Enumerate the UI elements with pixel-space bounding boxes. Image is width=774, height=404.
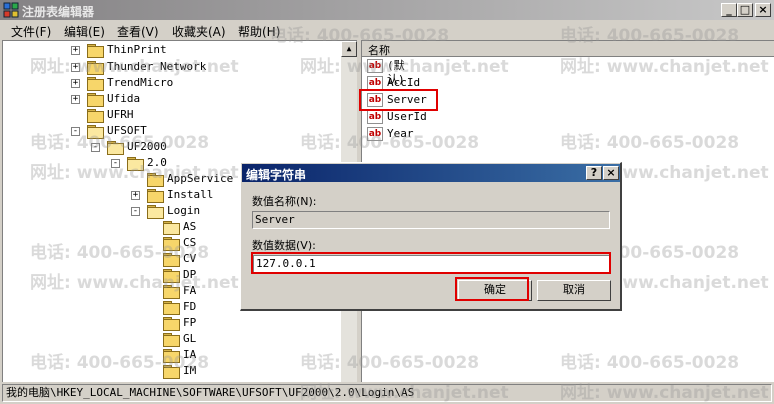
window-title: 注册表编辑器 — [22, 5, 95, 19]
dialog-close-button[interactable]: × — [603, 166, 619, 180]
folder-icon — [163, 317, 180, 331]
menu-edit[interactable]: 编辑(E) — [64, 23, 105, 40]
folder-open-icon — [163, 221, 180, 235]
value-data-label: 数值数据(V): — [252, 239, 316, 252]
edit-string-dialog: 编辑字符串 ? × 数值名称(N): Server 数值数据(V): 127.0… — [240, 162, 622, 311]
cancel-button[interactable]: 取消 — [537, 280, 611, 301]
folder-icon — [147, 189, 164, 203]
minimize-button[interactable]: _ — [721, 3, 737, 17]
watermark-phone: 电话: 400-665-0028 — [30, 243, 210, 263]
watermark-site: 网址: www.chanjet.net — [30, 273, 239, 293]
tree-node-label: AS — [183, 220, 197, 233]
close-button[interactable]: × — [755, 3, 771, 17]
string-value-icon: ab — [367, 110, 383, 124]
tree-node-label: TrendMicro — [107, 76, 174, 89]
highlight-ok-button — [455, 277, 529, 301]
watermark-site: 网址: www.chanjet.net — [560, 383, 769, 403]
value-name: UserId — [387, 110, 427, 123]
folder-icon — [163, 301, 180, 315]
watermark-phone: 电话: 400-665-0028 — [560, 353, 740, 373]
watermark-site: 网址: www.chanjet.net — [300, 57, 509, 77]
highlight-value-data — [251, 252, 611, 274]
menu-file[interactable]: 文件(F) — [11, 23, 51, 40]
title-bar: 注册表编辑器 _ □ × — [0, 0, 774, 20]
expand-icon[interactable]: + — [71, 95, 80, 104]
watermark-phone: 电话: 400-665-0028 — [300, 133, 480, 153]
folder-icon — [163, 333, 180, 347]
watermark-phone: 电话: 400-665-0028 — [300, 353, 480, 373]
tree-node-label: FD — [183, 300, 197, 313]
tree-node-label: GL — [183, 332, 197, 345]
dialog-title: 编辑字符串 — [246, 168, 307, 182]
watermark-site: 网址: www.chanjet.net — [30, 163, 239, 183]
value-name-field: Server — [252, 211, 610, 229]
watermark-phone: 电话: 400-665-0028 — [270, 26, 450, 46]
folder-icon — [87, 77, 104, 91]
expand-icon[interactable]: + — [71, 79, 80, 88]
watermark-phone: 电话: 400-665-0028 — [560, 133, 740, 153]
folder-icon — [87, 93, 104, 107]
dialog-title-bar[interactable]: 编辑字符串 ? × — [242, 164, 620, 182]
string-value-icon: ab — [367, 76, 383, 90]
watermark-phone: 电话: 400-665-0028 — [560, 26, 740, 46]
help-button[interactable]: ? — [586, 166, 602, 180]
tree-node-label: Ufida — [107, 92, 141, 105]
watermark-phone: 电话: 400-665-0028 — [30, 353, 210, 373]
watermark-phone: 电话: 400-665-0028 — [30, 133, 210, 153]
tree-node-label: FP — [183, 316, 197, 329]
watermark-site: 网址: www.chanjet.net — [30, 57, 239, 77]
tree-node-label: Install — [167, 188, 214, 201]
menu-view[interactable]: 查看(V) — [117, 23, 159, 40]
expand-icon[interactable]: + — [131, 191, 140, 200]
watermark-site: 网址: www.chanjet.net — [300, 383, 509, 403]
menu-favorites[interactable]: 收藏夹(A) — [172, 23, 226, 40]
watermark-site: 网址: www.chanjet.net — [560, 57, 769, 77]
folder-icon — [87, 109, 104, 123]
highlight-server-value — [359, 89, 438, 111]
value-name-label: 数值名称(N): — [252, 195, 317, 208]
registry-app-icon — [3, 2, 19, 18]
folder-open-icon — [147, 205, 164, 219]
tree-node-label: UFRH — [107, 108, 134, 121]
collapse-icon[interactable]: - — [131, 207, 140, 216]
value-name: AccId — [387, 76, 421, 89]
maximize-button[interactable]: □ — [737, 3, 753, 17]
tree-node-label: Login — [167, 204, 201, 217]
